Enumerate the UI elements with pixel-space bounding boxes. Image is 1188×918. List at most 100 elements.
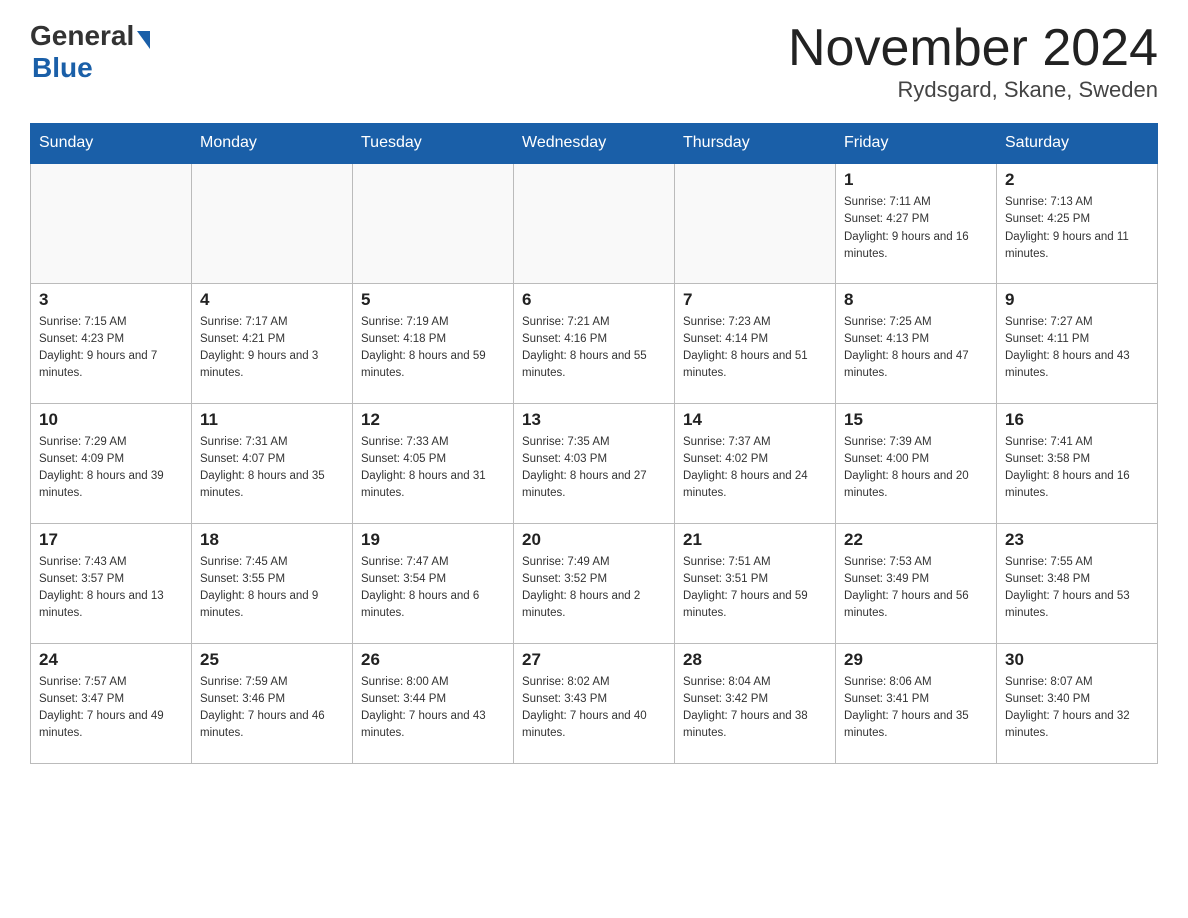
table-row: 2 Sunrise: 7:13 AM Sunset: 4:25 PM Daylig… xyxy=(997,163,1158,283)
day-info: Sunrise: 8:00 AM Sunset: 3:44 PM Dayligh… xyxy=(361,674,505,743)
logo-arrow-icon xyxy=(137,31,150,49)
day-number: 28 xyxy=(683,650,827,670)
table-row: 28 Sunrise: 8:04 AM Sunset: 3:42 PM Dayli… xyxy=(675,643,836,763)
day-info: Sunrise: 7:51 AM Sunset: 3:51 PM Dayligh… xyxy=(683,554,827,623)
day-info: Sunrise: 7:25 AM Sunset: 4:13 PM Dayligh… xyxy=(844,314,988,383)
day-info: Sunrise: 7:37 AM Sunset: 4:02 PM Dayligh… xyxy=(683,434,827,503)
day-info: Sunrise: 7:35 AM Sunset: 4:03 PM Dayligh… xyxy=(522,434,666,503)
day-info: Sunrise: 7:57 AM Sunset: 3:47 PM Dayligh… xyxy=(39,674,183,743)
day-number: 25 xyxy=(200,650,344,670)
table-row: 4Sunrise: 7:17 AM Sunset: 4:21 PM Daylig… xyxy=(192,283,353,403)
table-row xyxy=(192,163,353,283)
calendar-table: SundayMondayTuesdayWednesdayThursdayFrid… xyxy=(30,123,1158,764)
day-number: 9 xyxy=(1005,290,1149,310)
day-info: Sunrise: 7:47 AM Sunset: 3:54 PM Dayligh… xyxy=(361,554,505,623)
logo-general-text: General xyxy=(30,20,134,52)
day-number: 21 xyxy=(683,530,827,550)
table-row: 26Sunrise: 8:00 AM Sunset: 3:44 PM Dayli… xyxy=(353,643,514,763)
table-row: 18 Sunrise: 7:45 AM Sunset: 3:55 PM Dayli… xyxy=(192,523,353,643)
table-row xyxy=(675,163,836,283)
day-number: 29 xyxy=(844,650,988,670)
table-row: 19 Sunrise: 7:47 AM Sunset: 3:54 PM Dayli… xyxy=(353,523,514,643)
table-row: 7 Sunrise: 7:23 AM Sunset: 4:14 PM Daylig… xyxy=(675,283,836,403)
day-number: 18 xyxy=(200,530,344,550)
day-info: Sunrise: 7:27 AM Sunset: 4:11 PM Dayligh… xyxy=(1005,314,1149,383)
day-info: Sunrise: 7:19 AM Sunset: 4:18 PM Dayligh… xyxy=(361,314,505,383)
day-info: Sunrise: 7:11 AM Sunset: 4:27 PM Dayligh… xyxy=(844,194,988,263)
day-info: Sunrise: 8:04 AM Sunset: 3:42 PM Dayligh… xyxy=(683,674,827,743)
day-number: 10 xyxy=(39,410,183,430)
day-number: 23 xyxy=(1005,530,1149,550)
title-section: November 2024 Rydsgard, Skane, Sweden xyxy=(788,20,1158,103)
day-number: 22 xyxy=(844,530,988,550)
calendar-week-row: 17Sunrise: 7:43 AM Sunset: 3:57 PM Dayli… xyxy=(31,523,1158,643)
calendar-day-header: Friday xyxy=(836,124,997,164)
table-row: 14 Sunrise: 7:37 AM Sunset: 4:02 PM Dayli… xyxy=(675,403,836,523)
day-info: Sunrise: 7:45 AM Sunset: 3:55 PM Dayligh… xyxy=(200,554,344,623)
day-info: Sunrise: 7:29 AM Sunset: 4:09 PM Dayligh… xyxy=(39,434,183,503)
table-row: 23 Sunrise: 7:55 AM Sunset: 3:48 PM Dayli… xyxy=(997,523,1158,643)
day-number: 7 xyxy=(683,290,827,310)
table-row: 11Sunrise: 7:31 AM Sunset: 4:07 PM Dayli… xyxy=(192,403,353,523)
location-title: Rydsgard, Skane, Sweden xyxy=(788,77,1158,103)
day-info: Sunrise: 7:23 AM Sunset: 4:14 PM Dayligh… xyxy=(683,314,827,383)
logo: General Blue xyxy=(30,20,150,84)
calendar-week-row: 10 Sunrise: 7:29 AM Sunset: 4:09 PM Dayli… xyxy=(31,403,1158,523)
day-info: Sunrise: 7:39 AM Sunset: 4:00 PM Dayligh… xyxy=(844,434,988,503)
calendar-week-row: 24 Sunrise: 7:57 AM Sunset: 3:47 PM Dayli… xyxy=(31,643,1158,763)
table-row: 21 Sunrise: 7:51 AM Sunset: 3:51 PM Dayli… xyxy=(675,523,836,643)
calendar-day-header: Monday xyxy=(192,124,353,164)
day-number: 19 xyxy=(361,530,505,550)
day-info: Sunrise: 7:31 AM Sunset: 4:07 PM Dayligh… xyxy=(200,434,344,503)
table-row: 12Sunrise: 7:33 AM Sunset: 4:05 PM Dayli… xyxy=(353,403,514,523)
month-title: November 2024 xyxy=(788,20,1158,77)
calendar-header-row: SundayMondayTuesdayWednesdayThursdayFrid… xyxy=(31,124,1158,164)
day-number: 17 xyxy=(39,530,183,550)
table-row: 3Sunrise: 7:15 AM Sunset: 4:23 PM Daylig… xyxy=(31,283,192,403)
table-row xyxy=(353,163,514,283)
day-info: Sunrise: 7:59 AM Sunset: 3:46 PM Dayligh… xyxy=(200,674,344,743)
calendar-week-row: 1 Sunrise: 7:11 AM Sunset: 4:27 PM Daylig… xyxy=(31,163,1158,283)
table-row: 22 Sunrise: 7:53 AM Sunset: 3:49 PM Dayli… xyxy=(836,523,997,643)
table-row xyxy=(514,163,675,283)
table-row: 13 Sunrise: 7:35 AM Sunset: 4:03 PM Dayli… xyxy=(514,403,675,523)
table-row: 1 Sunrise: 7:11 AM Sunset: 4:27 PM Daylig… xyxy=(836,163,997,283)
table-row: 20Sunrise: 7:49 AM Sunset: 3:52 PM Dayli… xyxy=(514,523,675,643)
table-row: 30Sunrise: 8:07 AM Sunset: 3:40 PM Dayli… xyxy=(997,643,1158,763)
table-row: 9 Sunrise: 7:27 AM Sunset: 4:11 PM Daylig… xyxy=(997,283,1158,403)
calendar-week-row: 3Sunrise: 7:15 AM Sunset: 4:23 PM Daylig… xyxy=(31,283,1158,403)
day-number: 24 xyxy=(39,650,183,670)
day-info: Sunrise: 7:15 AM Sunset: 4:23 PM Dayligh… xyxy=(39,314,183,383)
day-info: Sunrise: 7:33 AM Sunset: 4:05 PM Dayligh… xyxy=(361,434,505,503)
day-number: 8 xyxy=(844,290,988,310)
day-info: Sunrise: 7:53 AM Sunset: 3:49 PM Dayligh… xyxy=(844,554,988,623)
table-row: 17Sunrise: 7:43 AM Sunset: 3:57 PM Dayli… xyxy=(31,523,192,643)
day-info: Sunrise: 7:49 AM Sunset: 3:52 PM Dayligh… xyxy=(522,554,666,623)
day-number: 16 xyxy=(1005,410,1149,430)
calendar-day-header: Saturday xyxy=(997,124,1158,164)
table-row: 25 Sunrise: 7:59 AM Sunset: 3:46 PM Dayli… xyxy=(192,643,353,763)
calendar-day-header: Tuesday xyxy=(353,124,514,164)
table-row: 6Sunrise: 7:21 AM Sunset: 4:16 PM Daylig… xyxy=(514,283,675,403)
calendar-day-header: Sunday xyxy=(31,124,192,164)
table-row: 24 Sunrise: 7:57 AM Sunset: 3:47 PM Dayli… xyxy=(31,643,192,763)
day-info: Sunrise: 7:13 AM Sunset: 4:25 PM Dayligh… xyxy=(1005,194,1149,263)
table-row: 29Sunrise: 8:06 AM Sunset: 3:41 PM Dayli… xyxy=(836,643,997,763)
day-number: 2 xyxy=(1005,170,1149,190)
table-row xyxy=(31,163,192,283)
day-number: 15 xyxy=(844,410,988,430)
day-number: 27 xyxy=(522,650,666,670)
day-number: 1 xyxy=(844,170,988,190)
day-number: 13 xyxy=(522,410,666,430)
page-header: General Blue November 2024 Rydsgard, Ska… xyxy=(30,20,1158,103)
day-number: 5 xyxy=(361,290,505,310)
table-row: 16Sunrise: 7:41 AM Sunset: 3:58 PM Dayli… xyxy=(997,403,1158,523)
day-info: Sunrise: 8:02 AM Sunset: 3:43 PM Dayligh… xyxy=(522,674,666,743)
day-number: 14 xyxy=(683,410,827,430)
day-number: 4 xyxy=(200,290,344,310)
table-row: 15 Sunrise: 7:39 AM Sunset: 4:00 PM Dayli… xyxy=(836,403,997,523)
table-row: 10 Sunrise: 7:29 AM Sunset: 4:09 PM Dayli… xyxy=(31,403,192,523)
day-info: Sunrise: 7:55 AM Sunset: 3:48 PM Dayligh… xyxy=(1005,554,1149,623)
table-row: 27 Sunrise: 8:02 AM Sunset: 3:43 PM Dayli… xyxy=(514,643,675,763)
day-info: Sunrise: 7:21 AM Sunset: 4:16 PM Dayligh… xyxy=(522,314,666,383)
